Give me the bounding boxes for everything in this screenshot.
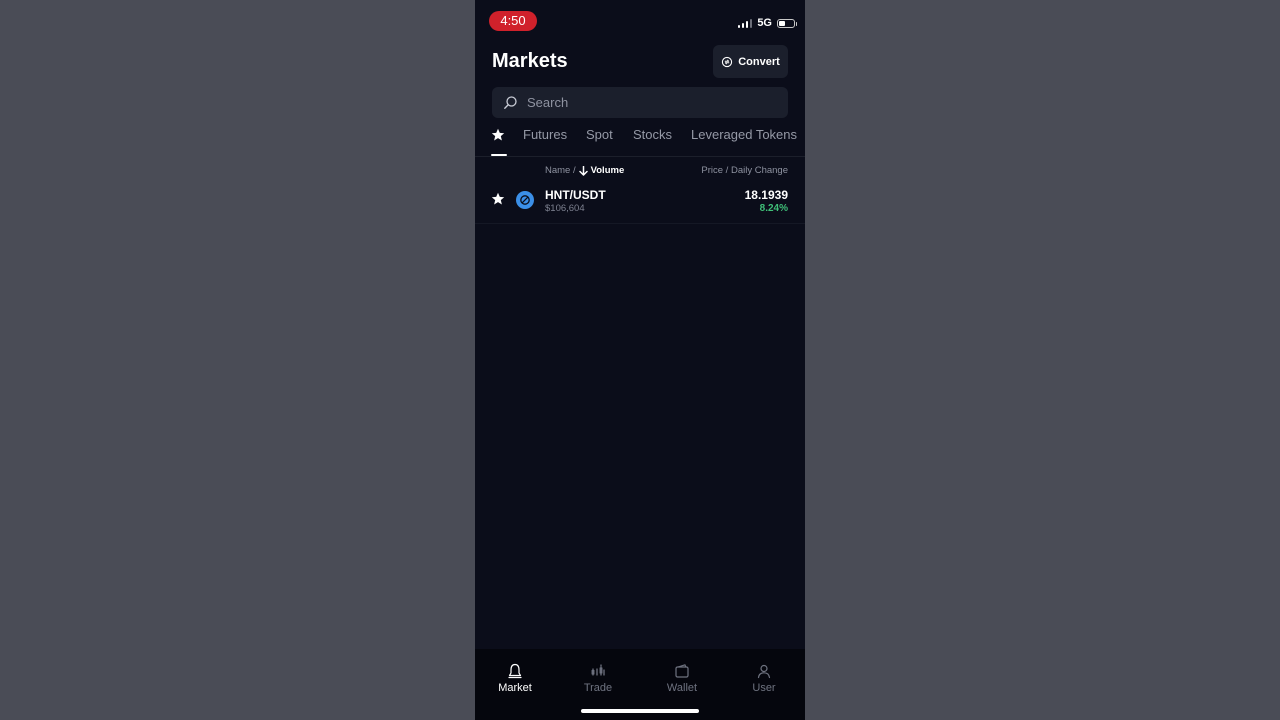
status-indicators: 5G: [737, 17, 797, 29]
nav-wallet[interactable]: Wallet: [652, 663, 712, 694]
tab-spot[interactable]: Spot: [586, 127, 613, 142]
pair-volume: $106,604: [545, 203, 585, 214]
price-change-header[interactable]: Price / Daily Change: [701, 165, 788, 176]
page-title: Markets: [492, 50, 568, 72]
battery-icon: [777, 18, 797, 28]
nav-trade[interactable]: Trade: [568, 663, 628, 694]
pair-daily-change: 8.24%: [759, 203, 788, 214]
wallet-icon: [675, 664, 689, 678]
sort-header[interactable]: Name / Volume: [545, 165, 624, 176]
user-icon: [757, 664, 771, 679]
nav-user-label: User: [752, 682, 776, 694]
favorite-star-icon[interactable]: [491, 192, 505, 206]
nav-wallet-label: Wallet: [666, 682, 698, 694]
name-sort-label: Name /: [545, 165, 576, 176]
nav-market[interactable]: Market: [485, 663, 545, 694]
nav-market-label: Market: [498, 682, 532, 694]
convert-label: Convert: [738, 55, 780, 68]
trade-icon: [591, 664, 605, 676]
search-icon: [504, 96, 517, 109]
tab-leveraged-tokens[interactable]: Leveraged Tokens: [691, 127, 797, 142]
active-tab-indicator: [491, 154, 507, 156]
search-bar[interactable]: [492, 87, 788, 118]
home-indicator[interactable]: [581, 709, 699, 713]
volume-sort-label: Volume: [590, 165, 625, 176]
pair-name: HNT/USDT: [545, 188, 606, 202]
phone-screen: 4:50 5G Markets Convert Futures Spot Sto…: [475, 0, 805, 720]
market-icon: [508, 663, 522, 679]
tab-stocks[interactable]: Stocks: [633, 127, 672, 142]
market-tabs: Futures Spot Stocks Leveraged Tokens: [475, 127, 805, 157]
nav-trade-label: Trade: [583, 682, 613, 694]
arrow-down-icon: [578, 165, 588, 176]
convert-button[interactable]: Convert: [713, 45, 788, 78]
market-row[interactable]: HNT/USDT $106,604 18.1939 8.24%: [475, 182, 805, 224]
tab-favorites[interactable]: [491, 128, 505, 142]
search-input[interactable]: [527, 95, 767, 110]
status-time: 4:50: [489, 11, 537, 31]
hnt-coin-icon: [516, 191, 534, 209]
network-label: 5G: [757, 17, 772, 29]
nav-user[interactable]: User: [734, 663, 794, 694]
pair-price: 18.1939: [744, 188, 788, 202]
tab-futures[interactable]: Futures: [523, 127, 567, 142]
star-icon: [491, 128, 505, 141]
signal-icon: [737, 18, 753, 28]
convert-icon: [722, 56, 733, 67]
